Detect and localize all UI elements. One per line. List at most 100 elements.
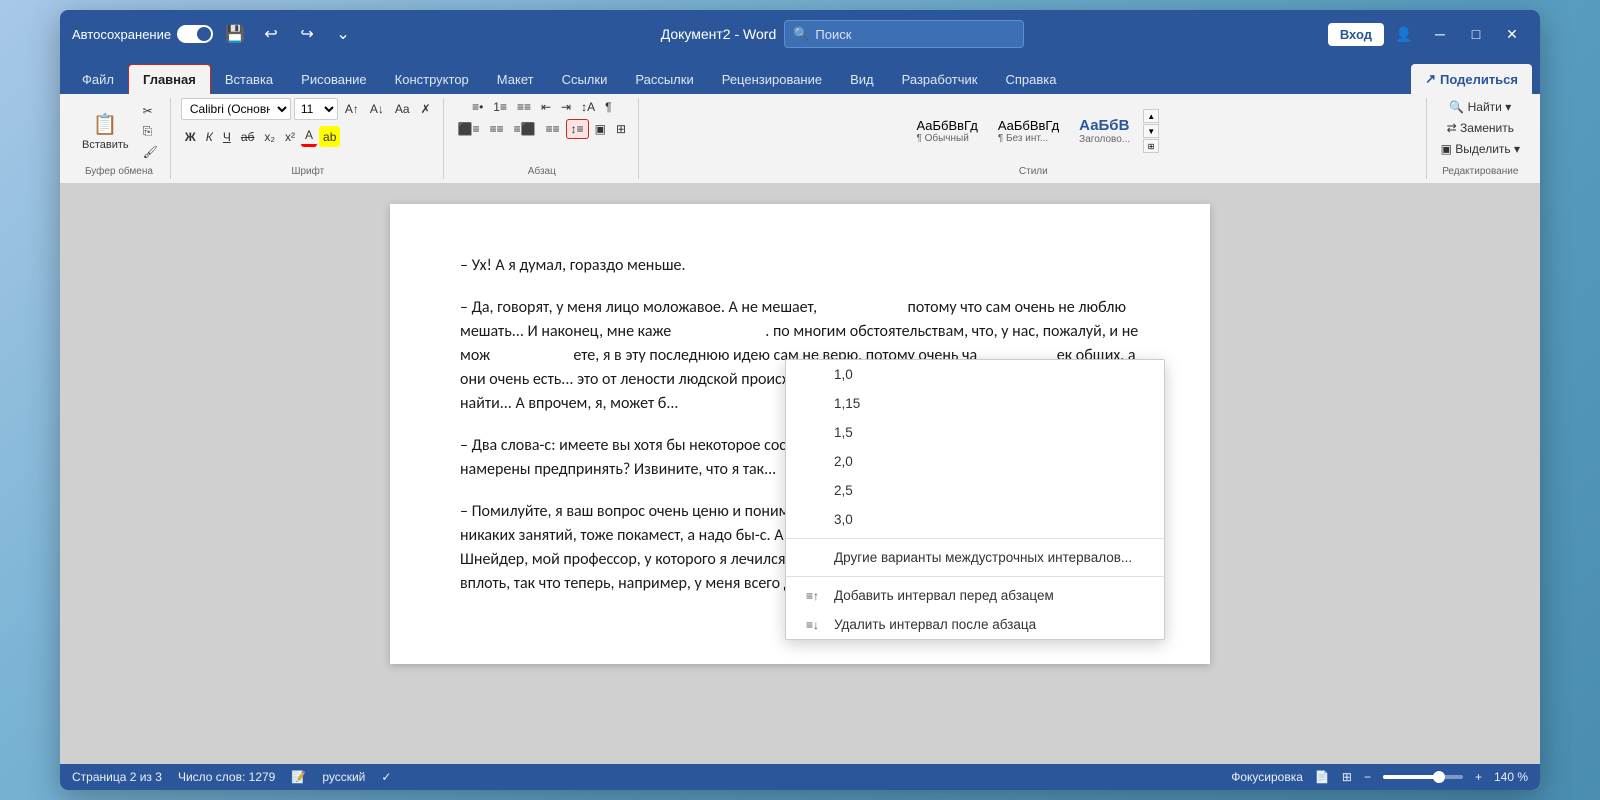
font-size-select[interactable]: 11 xyxy=(294,98,338,120)
document-title: Документ2 - Word xyxy=(661,26,777,42)
clipboard-content: 📋 Вставить ✂ ⎘ 🖌 xyxy=(76,98,162,164)
sort-button[interactable]: ↕A xyxy=(577,98,599,116)
format-painter-button[interactable]: 🖌 xyxy=(139,143,162,161)
tab-help[interactable]: Справка xyxy=(991,64,1070,94)
paragraph-row1: ≡• 1≡ ≡≡ ⇤ ⇥ ↕A ¶ xyxy=(468,98,616,116)
page-indicator[interactable]: Страница 2 из 3 xyxy=(72,770,162,784)
font-label: Шрифт xyxy=(291,164,324,179)
increase-indent-button[interactable]: ⇥ xyxy=(557,98,575,116)
focus-mode[interactable]: Фокусировка xyxy=(1231,770,1303,784)
line-spacing-dropdown: 1,0 1,15 1,5 2,0 2,5 3,0 xyxy=(785,359,1165,640)
style-normal[interactable]: АаБбВвГд ¶ Обычный xyxy=(907,113,986,149)
profile-button[interactable]: 👤 xyxy=(1388,18,1420,50)
style-scroll-more[interactable]: ⊞ xyxy=(1143,139,1159,153)
autosave-label: Автосохранение xyxy=(72,27,171,42)
paste-button[interactable]: 📋 Вставить xyxy=(76,108,135,155)
numbering-button[interactable]: 1≡ xyxy=(489,98,511,116)
paragraph-1: – Ух! А я думал, гораздо меньше. xyxy=(460,254,1140,278)
increase-font-button[interactable]: A↑ xyxy=(341,98,363,120)
spacing-2-5[interactable]: 2,5 xyxy=(786,476,1164,505)
more-spacing-options[interactable]: Другие варианты междустрочных интервалов… xyxy=(786,543,1164,572)
autosave-toggle[interactable] xyxy=(177,25,213,43)
multilevel-button[interactable]: ≡≡ xyxy=(513,98,535,116)
justify-button[interactable]: ≡≡ xyxy=(542,119,564,139)
add-before-icon: ≡↑ xyxy=(806,589,824,603)
tab-file[interactable]: Файл xyxy=(68,64,128,94)
close-button[interactable]: ✕ xyxy=(1496,18,1528,50)
bold-button[interactable]: Ж xyxy=(181,126,200,147)
tab-mailings[interactable]: Рассылки xyxy=(621,64,707,94)
replace-button[interactable]: ⇄ Заменить xyxy=(1443,119,1518,137)
maximize-button[interactable]: □ xyxy=(1460,18,1492,50)
underline-button[interactable]: Ч xyxy=(219,126,235,147)
style-nospacing[interactable]: АаБбВвГд ¶ Без инт... xyxy=(989,113,1068,149)
signin-button[interactable]: Вход xyxy=(1328,23,1384,46)
search-box[interactable]: 🔍 Поиск xyxy=(784,20,1024,48)
tab-developer[interactable]: Разработчик xyxy=(888,64,992,94)
clear-format-button[interactable]: ✗ xyxy=(417,98,435,120)
spacing-3-0[interactable]: 3,0 xyxy=(786,505,1164,534)
align-left-button[interactable]: ⬛≡ xyxy=(454,119,484,139)
tab-draw[interactable]: Рисование xyxy=(287,64,380,94)
align-center-button[interactable]: ≡≡ xyxy=(486,119,508,139)
redo-button[interactable]: ↪ xyxy=(293,20,321,48)
tab-layout[interactable]: Макет xyxy=(483,64,548,94)
autosave-section: Автосохранение xyxy=(72,25,213,43)
font-family-select[interactable]: Calibri (Основн... xyxy=(181,98,291,120)
language[interactable]: русский xyxy=(322,770,365,784)
decrease-font-button[interactable]: A↓ xyxy=(366,98,388,120)
tab-insert[interactable]: Вставка xyxy=(211,64,287,94)
save-button[interactable]: 💾 xyxy=(221,20,249,48)
align-right-button[interactable]: ≡⬛ xyxy=(510,119,540,139)
tab-references[interactable]: Ссылки xyxy=(548,64,622,94)
superscript-button[interactable]: x² xyxy=(281,126,299,147)
highlight-button[interactable]: ab xyxy=(319,126,340,147)
view-icon-1[interactable]: 📄 xyxy=(1315,770,1330,784)
style-scroll-down[interactable]: ▼ xyxy=(1143,124,1159,138)
font-content: Calibri (Основн... 11 A↑ A↓ Aa ✗ Ж К Ч а… xyxy=(181,98,435,164)
zoom-out-button[interactable]: − xyxy=(1364,770,1371,784)
line-spacing-button[interactable]: ↕≡ xyxy=(566,119,589,139)
tab-home[interactable]: Главная xyxy=(128,64,211,94)
strikethrough-button[interactable]: аб xyxy=(237,126,259,147)
share-button[interactable]: ↗ Поделиться xyxy=(1411,64,1532,94)
find-button[interactable]: 🔍 Найти ▾ xyxy=(1445,98,1515,116)
tab-review[interactable]: Рецензирование xyxy=(708,64,836,94)
decrease-indent-button[interactable]: ⇤ xyxy=(537,98,555,116)
ribbon-group-paragraph: ≡• 1≡ ≡≡ ⇤ ⇥ ↕A ¶ ⬛≡ ≡≡ ≡⬛ ≡≡ ↕≡ ▣ ⊞ xyxy=(446,98,639,179)
tab-design[interactable]: Конструктор xyxy=(381,64,483,94)
zoom-in-button[interactable]: + xyxy=(1475,770,1482,784)
editing-content: 🔍 Найти ▾ ⇄ Заменить ▣ Выделить ▾ xyxy=(1437,98,1524,164)
font-color-button[interactable]: A xyxy=(301,126,317,147)
spacing-1-15[interactable]: 1,15 xyxy=(786,389,1164,418)
customize-button[interactable]: ⌄ xyxy=(329,20,357,48)
cut-button[interactable]: ✂ xyxy=(139,102,162,120)
zoom-slider[interactable] xyxy=(1383,775,1463,779)
italic-button[interactable]: К xyxy=(202,126,217,147)
view-icon-2[interactable]: ⊞ xyxy=(1342,770,1352,784)
minimize-button[interactable]: ─ xyxy=(1424,18,1456,50)
case-button[interactable]: Aa xyxy=(391,98,414,120)
copy-button[interactable]: ⎘ xyxy=(139,122,162,141)
bullets-button[interactable]: ≡• xyxy=(468,98,487,116)
borders-button[interactable]: ⊞ xyxy=(612,119,630,139)
styles-content: АаБбВвГд ¶ Обычный АаБбВвГд ¶ Без инт...… xyxy=(907,98,1159,164)
shading-button[interactable]: ▣ xyxy=(591,119,610,139)
status-bar: Страница 2 из 3 Число слов: 1279 📝 русск… xyxy=(60,764,1540,790)
spacing-1-5[interactable]: 1,5 xyxy=(786,418,1164,447)
remove-space-after[interactable]: ≡↓ Удалить интервал после абзаца xyxy=(786,610,1164,639)
spacing-2-0[interactable]: 2,0 xyxy=(786,447,1164,476)
undo-button[interactable]: ↩ xyxy=(257,20,285,48)
word-count[interactable]: Число слов: 1279 xyxy=(178,770,275,784)
tab-view[interactable]: Вид xyxy=(836,64,888,94)
style-scroll-up[interactable]: ▲ xyxy=(1143,109,1159,123)
style-heading[interactable]: АаБбВ Заголово... xyxy=(1070,112,1139,150)
zoom-level[interactable]: 140 % xyxy=(1494,770,1528,784)
subscript-button[interactable]: x₂ xyxy=(260,126,279,147)
show-marks-button[interactable]: ¶ xyxy=(601,98,615,116)
ribbon-group-clipboard: 📋 Вставить ✂ ⎘ 🖌 Буфер обмена xyxy=(68,98,171,179)
add-space-before[interactable]: ≡↑ Добавить интервал перед абзацем xyxy=(786,581,1164,610)
ribbon-tabs: Файл Главная Вставка Рисование Конструкт… xyxy=(60,58,1540,94)
select-button[interactable]: ▣ Выделить ▾ xyxy=(1437,140,1524,158)
spacing-1-0[interactable]: 1,0 xyxy=(786,360,1164,389)
